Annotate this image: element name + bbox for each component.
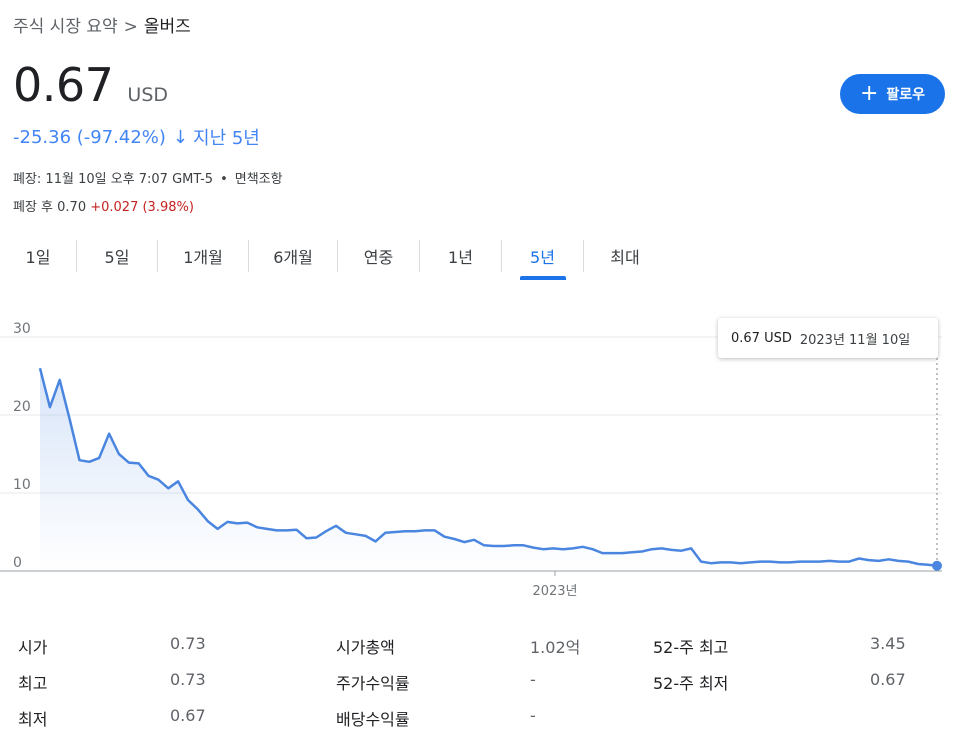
arrow-down-icon: ↓: [172, 126, 189, 148]
stat-label-open: 시가: [18, 638, 48, 657]
stat-label-market-cap: 시가총액: [336, 638, 395, 657]
follow-button[interactable]: + 팔로우: [840, 74, 945, 114]
disclaimer-link[interactable]: 면책조항: [235, 172, 283, 187]
tab-1m[interactable]: 1개월: [158, 244, 248, 268]
after-hours-info: 폐장 후 0.70 +0.027 (3.98%): [13, 196, 194, 215]
tab-5d[interactable]: 5일: [77, 244, 157, 268]
stat-value-pe-ratio: -: [530, 670, 536, 689]
breadcrumb-parent-link[interactable]: 주식 시장 요약: [13, 17, 118, 37]
tab-6m[interactable]: 6개월: [249, 244, 337, 268]
y-axis-tick-label: 0: [13, 555, 22, 571]
tooltip-date: 2023년 11월 10일: [799, 332, 911, 348]
x-axis-tick-label: 2023년: [532, 584, 577, 599]
tooltip-price: 0.67 USD: [731, 330, 792, 346]
tab-1y[interactable]: 1년: [420, 244, 501, 268]
y-axis-tick-label: 10: [13, 477, 31, 493]
breadcrumb-separator: >: [123, 17, 138, 37]
y-axis-tick-label: 20: [13, 399, 31, 415]
plus-icon: +: [859, 81, 879, 106]
after-hours-change: +0.027 (3.98%): [90, 200, 194, 215]
price-change: -25.36 (-97.42%) ↓ 지난 5년: [13, 124, 260, 150]
tab-ytd[interactable]: 연중: [338, 244, 419, 268]
price-change-value: -25.36 (-97.42%): [13, 126, 166, 148]
follow-button-label: 팔로우: [886, 87, 926, 103]
stat-value-dividend-yield: -: [530, 706, 536, 725]
y-axis-tick-label: 30: [13, 321, 31, 337]
stat-value-52w-low: 0.67: [870, 670, 906, 689]
separator-dot: •: [220, 172, 228, 187]
tab-5y[interactable]: 5년: [502, 244, 583, 268]
stat-value-low: 0.67: [170, 706, 206, 725]
close-time: 폐장: 11월 10일 오후 7:07 GMT-5: [13, 172, 214, 187]
current-point-marker: [932, 560, 942, 571]
range-tabs: 1일 5일 1개월 6개월 연중 1년 5년 최대: [0, 240, 666, 272]
stat-value-52w-high: 3.45: [870, 634, 906, 653]
stat-value-open: 0.73: [170, 634, 206, 653]
close-info: 폐장: 11월 10일 오후 7:07 GMT-5 • 면책조항: [13, 168, 283, 187]
stat-value-market-cap: 1.02억: [530, 638, 581, 657]
stat-label-high: 최고: [18, 674, 48, 693]
tab-max[interactable]: 최대: [584, 244, 666, 268]
tab-1d[interactable]: 1일: [0, 244, 76, 268]
chart-area: [40, 368, 937, 571]
stat-label-pe-ratio: 주가수익률: [336, 674, 410, 693]
stat-value-high: 0.73: [170, 670, 206, 689]
price-block: 0.67 USD: [13, 58, 168, 112]
after-hours-price: 폐장 후 0.70: [13, 200, 87, 215]
stat-label-52w-high: 52-주 최고: [653, 638, 729, 657]
y-axis-ticks: 0 10 20 30: [13, 321, 31, 571]
breadcrumb: 주식 시장 요약 > 올버즈: [13, 12, 191, 37]
price-change-period: 지난 5년: [193, 128, 260, 149]
price-currency: USD: [127, 84, 169, 106]
stat-label-dividend-yield: 배당수익률: [336, 710, 410, 729]
chart-tooltip: 0.67 USD 2023년 11월 10일: [718, 318, 938, 358]
breadcrumb-current: 올버즈: [143, 17, 191, 37]
stat-label-52w-low: 52-주 최저: [653, 674, 729, 693]
price-value: 0.67: [13, 58, 114, 112]
stat-label-low: 최저: [18, 710, 48, 729]
